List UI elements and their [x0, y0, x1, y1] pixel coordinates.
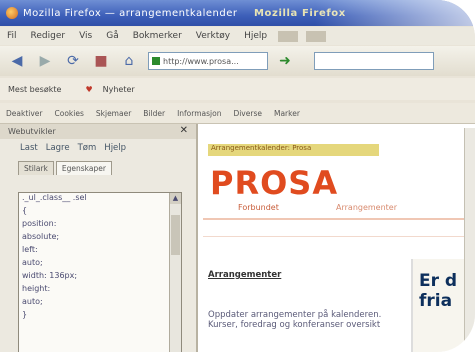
- page-scrollbar[interactable]: [464, 128, 475, 352]
- back-button[interactable]: ◀: [6, 50, 28, 72]
- highlighted-element: Arrangementkalender: Prosa: [208, 144, 379, 156]
- clear-button[interactable]: Tøm: [78, 143, 97, 153]
- webdev-information[interactable]: Informasjon: [177, 109, 221, 118]
- stop-button[interactable]: ■: [90, 50, 112, 72]
- save-button[interactable]: Lagre: [46, 143, 70, 153]
- back-arrow-icon: ◀: [11, 53, 23, 69]
- browser-window: Mozilla Firefox — arrangementkalender Mo…: [0, 0, 475, 352]
- css-line: auto;: [22, 297, 43, 306]
- sidebar-header: Webutvikler ✕: [0, 124, 196, 139]
- menu-extra-block: [278, 30, 299, 42]
- menu-extra-block: [306, 30, 327, 42]
- css-line: left:: [22, 245, 38, 254]
- tab-stylesheets[interactable]: Stilark: [18, 161, 54, 175]
- css-line: position:: [22, 219, 57, 228]
- webdev-misc[interactable]: Diverse: [233, 109, 262, 118]
- reload-button[interactable]: ⟳: [62, 50, 84, 72]
- css-line: }: [22, 310, 28, 319]
- url-bar[interactable]: http://www.prosa...: [148, 52, 268, 70]
- url-text: http://www.prosa...: [163, 56, 239, 66]
- go-icon: ➜: [279, 53, 291, 69]
- site-favicon: [152, 57, 160, 65]
- menu-file[interactable]: Fil: [7, 31, 17, 41]
- menu-bar: Fil Rediger Vis Gå Bokmerker Verktøy Hje…: [0, 27, 475, 45]
- divider: [203, 218, 465, 220]
- scroll-up-icon[interactable]: ▲: [170, 193, 181, 204]
- title-bar: Mozilla Firefox — arrangementkalender Mo…: [0, 0, 475, 26]
- load-button[interactable]: Last: [20, 143, 38, 153]
- menu-go[interactable]: Gå: [106, 31, 119, 41]
- logo-tagline: Forbundet: [238, 203, 279, 212]
- page-content: Arrangementkalender: Prosa PROSA Forbund…: [198, 124, 475, 352]
- bookmark-most-visited[interactable]: Mest besøkte: [8, 85, 61, 94]
- close-icon[interactable]: ✕: [180, 125, 188, 136]
- bookmark-news[interactable]: ♥ Nyheter: [77, 85, 142, 94]
- article-body: Oppdater arrangementer på kalenderen. Ku…: [208, 310, 382, 330]
- go-button[interactable]: ➜: [274, 50, 296, 72]
- site-logo[interactable]: PROSA: [210, 164, 338, 202]
- forward-arrow-icon: ▶: [39, 53, 51, 69]
- bookmarks-toolbar: Mest besøkte ♥ Nyheter: [0, 78, 475, 100]
- tab-properties[interactable]: Egenskaper: [55, 161, 112, 175]
- css-line: width: 136px;: [22, 271, 78, 280]
- css-line: auto;: [22, 258, 43, 267]
- sidebar-tabs: Stilark Egenskaper: [0, 157, 196, 175]
- help-button[interactable]: Hjelp: [104, 143, 126, 153]
- css-line: {: [22, 206, 28, 215]
- menu-help[interactable]: Hjelp: [244, 31, 267, 41]
- sidebar-tools: Last Lagre Tøm Hjelp: [0, 139, 196, 157]
- reload-icon: ⟳: [67, 53, 79, 69]
- webdev-cookies[interactable]: Cookies: [55, 109, 84, 118]
- webdev-toolbar: Deaktiver Cookies Skjemaer Bilder Inform…: [0, 103, 475, 124]
- css-line: height:: [22, 284, 51, 293]
- css-editor[interactable]: ._ul_.class__ .sel { position: absolute;…: [18, 192, 182, 352]
- forward-button[interactable]: ▶: [34, 50, 56, 72]
- menu-tools[interactable]: Verktøy: [196, 31, 230, 41]
- stop-icon: ■: [94, 53, 108, 69]
- firefox-icon: [6, 7, 18, 19]
- editor-scrollbar[interactable]: ▲: [169, 193, 181, 352]
- logo-tagline-secondary: Arrangementer: [336, 203, 398, 212]
- webdev-outline[interactable]: Marker: [274, 109, 300, 118]
- css-line: ._ul_.class__ .sel: [22, 193, 87, 202]
- menu-bookmarks[interactable]: Bokmerker: [133, 31, 182, 41]
- sidebar-panel: Webutvikler ✕ Last Lagre Tøm Hjelp Stila…: [0, 124, 198, 352]
- scroll-thumb[interactable]: [171, 215, 180, 255]
- webdev-disable[interactable]: Deaktiver: [6, 109, 43, 118]
- menu-edit[interactable]: Rediger: [31, 31, 66, 41]
- home-button[interactable]: ⌂: [118, 50, 140, 72]
- window-title: Mozilla Firefox — arrangementkalender: [23, 7, 238, 19]
- webdev-images[interactable]: Bilder: [143, 109, 165, 118]
- article-title[interactable]: Arrangementer: [208, 270, 281, 280]
- css-line: absolute;: [22, 232, 60, 241]
- webdev-forms[interactable]: Skjemaer: [96, 109, 131, 118]
- menu-view[interactable]: Vis: [79, 31, 92, 41]
- heart-icon: ♥: [85, 84, 93, 94]
- home-icon: ⌂: [124, 53, 134, 69]
- divider: [203, 236, 465, 237]
- navigation-toolbar: ◀ ▶ ⟳ ■ ⌂ http://www.prosa... ➜: [0, 46, 475, 76]
- search-box[interactable]: [314, 52, 434, 70]
- sidebar-title: Webutvikler: [8, 127, 56, 136]
